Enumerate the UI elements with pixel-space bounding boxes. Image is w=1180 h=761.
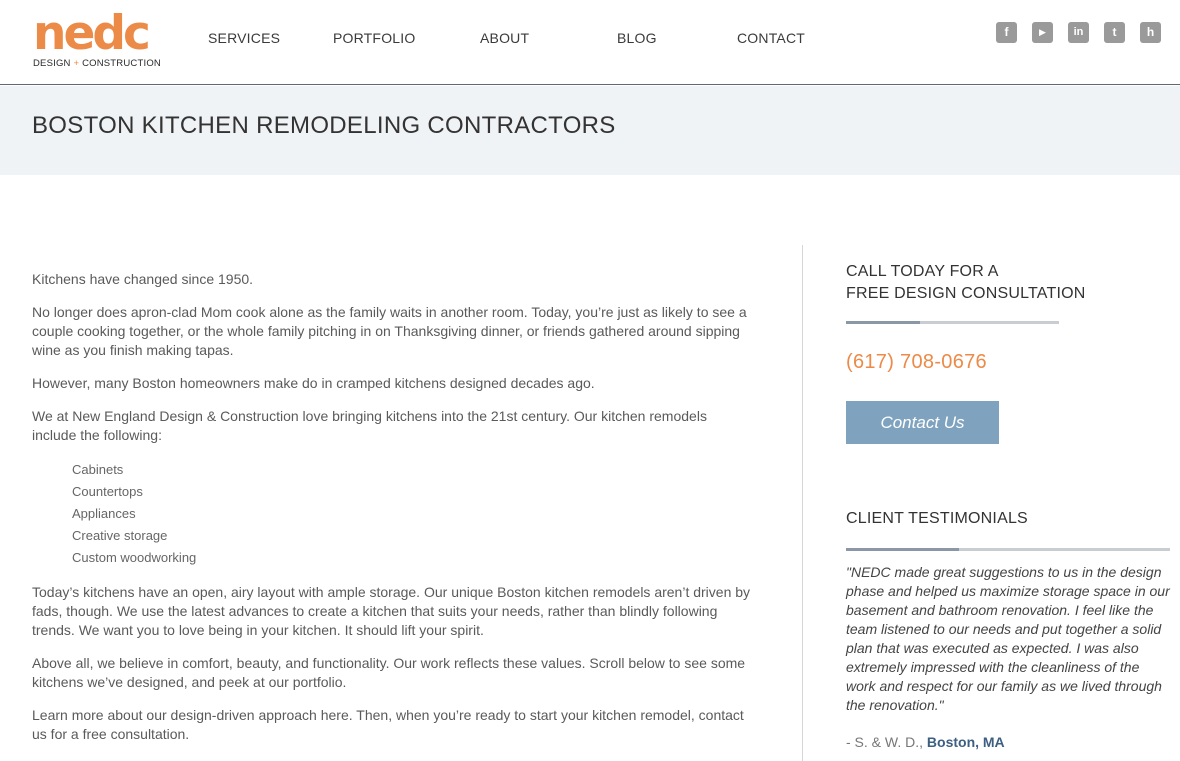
nav-services[interactable]: SERVICES	[208, 30, 280, 46]
testimonial-attribution: - S. & W. D., Boston, MA	[846, 734, 1005, 750]
list-item: Cabinets	[72, 462, 124, 477]
page-title: BOSTON KITCHEN REMODELING CONTRACTORS	[32, 112, 616, 139]
contact-us-button[interactable]: Contact Us	[846, 401, 999, 444]
paragraph-intro: Kitchens have changed since 1950.	[32, 271, 254, 287]
twitter-icon[interactable]: t	[1104, 22, 1125, 43]
site-header: nedc DESIGN + CONSTRUCTION SERVICES PORT…	[0, 0, 1180, 85]
phone-number[interactable]: (617) 708-0676	[846, 351, 987, 374]
paragraph-remodels: We at New England Design & Construction …	[32, 408, 707, 443]
column-divider	[802, 245, 803, 761]
heading-rule	[846, 321, 1059, 324]
houzz-icon[interactable]: h	[1140, 22, 1161, 43]
logo-tagline: DESIGN + CONSTRUCTION	[33, 58, 161, 69]
logo-wordmark: nedc	[33, 6, 151, 61]
linkedin-icon[interactable]: in	[1068, 22, 1089, 43]
nav-blog[interactable]: BLOG	[617, 30, 657, 46]
paragraph-cooking: No longer does apron-clad Mom cook alone…	[32, 304, 747, 358]
testimonials-rule	[846, 548, 1170, 551]
nav-contact[interactable]: CONTACT	[737, 30, 805, 46]
paragraph-values: Above all, we believe in comfort, beauty…	[32, 655, 746, 690]
testimonials-heading: CLIENT TESTIMONIALS	[846, 510, 1028, 527]
nedc-logo[interactable]: nedc DESIGN + CONSTRUCTION	[33, 6, 161, 72]
paragraph-cramped: However, many Boston homeowners make do …	[32, 375, 595, 391]
facebook-icon[interactable]: f	[996, 22, 1017, 43]
list-item: Appliances	[72, 506, 136, 521]
consultation-heading: CALL TODAY FOR A FREE DESIGN CONSULTATIO…	[846, 263, 1086, 302]
article-body: Kitchens have changed since 1950. No lon…	[32, 270, 752, 758]
nav-portfolio[interactable]: PORTFOLIO	[333, 30, 415, 46]
nav-about[interactable]: ABOUT	[480, 30, 529, 46]
page-title-band: BOSTON KITCHEN REMODELING CONTRACTORS	[0, 86, 1180, 175]
paragraph-layout: Today’s kitchens have an open, airy layo…	[32, 584, 751, 638]
youtube-icon[interactable]: ▶	[1032, 22, 1053, 43]
attribution-location-link[interactable]: Boston, MA	[927, 734, 1005, 750]
paragraph-learn-more: Learn more about our design-driven appro…	[32, 707, 744, 742]
remodel-features-list: Cabinets Countertops Appliances Creative…	[72, 459, 752, 569]
testimonial-quote: "NEDC made great suggestions to us in th…	[846, 564, 1170, 713]
list-item: Custom woodworking	[72, 550, 197, 565]
list-item: Countertops	[72, 484, 143, 499]
list-item: Creative storage	[72, 528, 168, 543]
